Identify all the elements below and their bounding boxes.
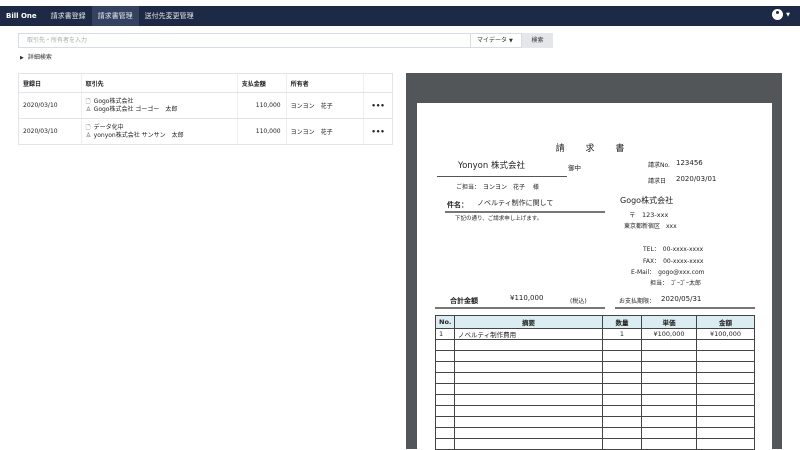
seller-address: 東京都新宿区 xxx — [624, 223, 677, 230]
tax-note: (税込) — [570, 298, 587, 305]
empty-row — [435, 339, 755, 351]
table-row[interactable]: 2020/03/10 🗋 データ化中 ♙ yonyon株式会社 サンサン 太郎 11… — [19, 118, 392, 144]
chevron-down-icon: ▼ — [786, 11, 790, 18]
row-date: 2020/03/10 — [23, 102, 58, 109]
col-desc: 摘要 — [454, 315, 603, 329]
item-desc: ノベルティ制作費用 — [454, 328, 603, 340]
caret-right-icon: ▶ — [20, 55, 24, 61]
due-date-label: お支払期限： — [619, 298, 656, 305]
row-owner: ヨンヨン 花子 — [285, 119, 364, 144]
row-partner-contact: yonyon株式会社 サンサン 太郎 — [93, 131, 184, 139]
header-partner[interactable]: 取引先 — [80, 74, 237, 92]
divider — [437, 176, 567, 177]
divider — [445, 211, 605, 213]
divider — [435, 307, 605, 309]
empty-row — [435, 372, 755, 384]
row-partner-contact: Gogo株式会社 ゴーゴー 太郎 — [93, 105, 178, 113]
advanced-search-toggle[interactable]: ▶ 詳細検索 — [20, 52, 52, 61]
more-icon: ••• — [371, 127, 385, 136]
empty-row — [435, 383, 755, 395]
row-amount: 110,000 — [236, 93, 286, 118]
row-partner: 🗋 データ化中 ♙ yonyon株式会社 サンサン 太郎 — [80, 119, 237, 144]
seller-zip: 〒 123-xxx — [629, 211, 669, 219]
col-qty: 数量 — [602, 315, 642, 329]
document-icon: 🗋 — [85, 97, 91, 105]
app-logo[interactable]: Bill One — [0, 12, 45, 20]
invoice-recipient-contact: ご担当： ヨンヨン 花子 様 — [456, 184, 539, 191]
invoice-title: 請 求 書 — [555, 144, 634, 154]
line-item-row: 1 ノベルティ制作費用 1 ¥100,000 ¥100,000 — [435, 328, 755, 340]
invoice-recipient: Yonyon 株式会社 — [458, 161, 525, 171]
line-items-header: No. 摘要 数量 単価 金額 — [435, 315, 755, 329]
empty-row — [435, 438, 755, 450]
more-icon: ••• — [371, 101, 385, 110]
seller-fax: FAX： 00-xxxx-xxxx — [643, 258, 704, 265]
seller-name: Gogo株式会社 — [620, 196, 674, 205]
item-unit: ¥100,000 — [641, 328, 697, 340]
invoice-date: 2020/03/01 — [676, 175, 717, 183]
item-no: 1 — [435, 328, 455, 340]
chevron-down-icon: ▼ — [508, 38, 513, 44]
search-input[interactable]: 取引先・所有者を入力 — [18, 33, 471, 48]
header-amount[interactable]: 支払金額 — [236, 74, 286, 92]
item-amount: ¥100,000 — [696, 328, 755, 340]
row-partner-name: データ化中 — [93, 123, 124, 131]
invoice-document: 請 求 書 Yonyon 株式会社 御中 ご担当： ヨンヨン 花子 様 件名： … — [417, 103, 772, 450]
search-button[interactable]: 検索 — [522, 33, 553, 48]
due-date: 2020/05/31 — [661, 295, 702, 303]
seller-tel: TEL： 00-xxxx-xxxx — [643, 246, 704, 253]
row-amount: 110,000 — [236, 119, 286, 144]
row-more-button[interactable]: ••• — [363, 93, 392, 118]
nav-invoice-register[interactable]: 請求書登録 — [45, 6, 92, 26]
user-menu[interactable]: ▼ — [772, 9, 790, 20]
empty-row — [435, 394, 755, 406]
invoice-no-label: 請求No. — [648, 162, 670, 169]
user-avatar-icon[interactable] — [772, 9, 784, 20]
row-partner: 🗋 Gogo株式会社 ♙ Gogo株式会社 ゴーゴー 太郎 — [80, 93, 237, 118]
invoice-table: 登録日 取引先 支払金額 所有者 2020/03/10 🗋 Gogo株式会社 ♙ G… — [18, 73, 393, 145]
invoice-subject-label: 件名： — [447, 201, 468, 209]
row-date: 2020/03/10 — [23, 128, 58, 135]
divider — [615, 307, 755, 309]
nav-destination-change[interactable]: 送付先変更管理 — [139, 6, 200, 26]
document-icon: 🗋 — [85, 123, 91, 131]
invoice-honorific: 御中 — [568, 164, 581, 172]
invoice-no: 123456 — [676, 159, 703, 167]
header-date[interactable]: 登録日 — [19, 74, 81, 92]
person-icon: ♙ — [85, 131, 92, 139]
scope-dropdown[interactable]: マイデータ ▼ — [471, 33, 522, 48]
invoice-date-label: 請求日 — [648, 178, 667, 185]
line-items-table: No. 摘要 数量 単価 金額 1 ノベルティ制作費用 1 ¥100,000 ¥… — [435, 315, 755, 450]
empty-row — [435, 350, 755, 362]
header-actions — [363, 74, 392, 92]
total-amount: ¥110,000 — [510, 294, 544, 302]
item-qty: 1 — [602, 328, 642, 340]
seller-staff: 担当： ｺﾞｰｺﾞｰ太郎 — [650, 280, 702, 287]
col-unit: 単価 — [641, 315, 697, 329]
invoice-preview-pane[interactable]: 請 求 書 Yonyon 株式会社 御中 ご担当： ヨンヨン 花子 様 件名： … — [406, 73, 782, 450]
invoice-note: 下記の通り、ご請求申し上げます。 — [455, 216, 543, 222]
scope-dropdown-label: マイデータ — [477, 37, 508, 44]
nav-invoice-manage[interactable]: 請求書管理 — [91, 6, 139, 26]
row-partner-name: Gogo株式会社 — [93, 97, 134, 105]
header-owner[interactable]: 所有者 — [285, 74, 364, 92]
row-more-button[interactable]: ••• — [363, 119, 392, 144]
empty-row — [435, 405, 755, 417]
seller-email: E-Mail： gogo@xxx.com — [631, 269, 705, 276]
top-nav-bar: Bill One 請求書登録 請求書管理 送付先変更管理 ▼ — [0, 6, 800, 26]
empty-row — [435, 427, 755, 439]
advanced-search-label: 詳細検索 — [27, 54, 52, 61]
table-row[interactable]: 2020/03/10 🗋 Gogo株式会社 ♙ Gogo株式会社 ゴーゴー 太郎 1… — [19, 92, 392, 118]
empty-row — [435, 416, 755, 428]
table-header-row: 登録日 取引先 支払金額 所有者 — [19, 74, 392, 92]
person-icon: ♙ — [85, 105, 92, 113]
empty-row — [435, 361, 755, 373]
col-amount: 金額 — [696, 315, 755, 329]
row-owner: ヨンヨン 花子 — [285, 93, 364, 118]
invoice-subject: ノベルティ制作に関して — [477, 199, 554, 207]
total-label: 合計金額 — [450, 297, 478, 305]
col-no: No. — [435, 315, 455, 329]
